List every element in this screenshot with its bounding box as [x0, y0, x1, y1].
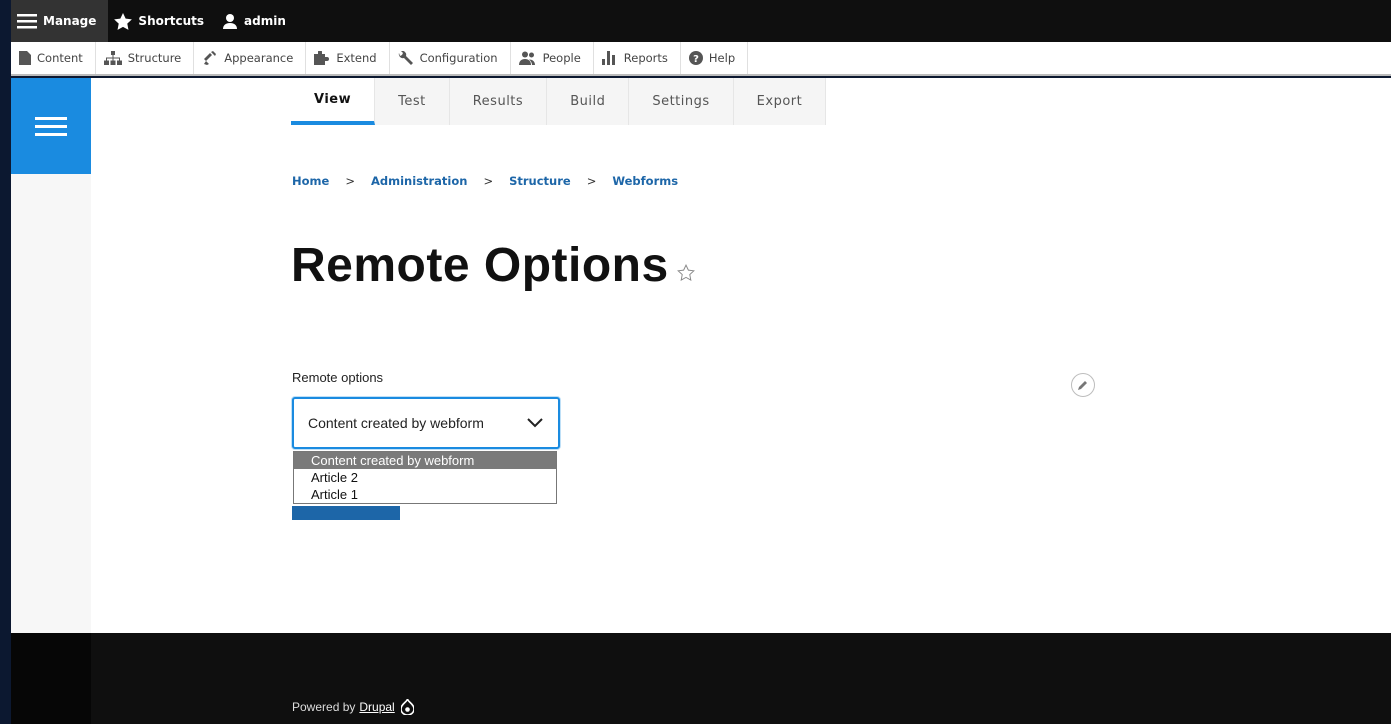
tray-item-configuration[interactable]: Configuration — [390, 42, 511, 74]
tab-results[interactable]: Results — [450, 78, 548, 125]
sitemap-icon — [103, 51, 122, 65]
tray-label: People — [542, 51, 581, 65]
manage-tab[interactable]: Manage — [11, 0, 109, 42]
user-icon — [223, 14, 238, 29]
menu-icon — [17, 14, 37, 29]
drupal-link[interactable]: Drupal — [359, 700, 394, 714]
breadcrumb-separator: > — [586, 174, 597, 188]
footer-sidebar — [11, 633, 91, 724]
shortcuts-tab[interactable]: Shortcuts — [108, 0, 216, 42]
tray-item-help[interactable]: ? Help — [681, 42, 749, 74]
tray-label: Reports — [623, 51, 668, 65]
tray-label: Configuration — [419, 51, 498, 65]
select-dropdown-list: Content created by webform Article 2 Art… — [293, 451, 557, 504]
file-icon — [19, 51, 31, 65]
tab-build[interactable]: Build — [547, 78, 630, 125]
tab-view[interactable]: View — [291, 78, 376, 125]
tray-item-appearance[interactable]: Appearance — [194, 42, 307, 74]
breadcrumb: Home > Administration > Structure > Webf… — [292, 174, 678, 188]
edit-pencil-button[interactable] — [1071, 373, 1095, 397]
powered-by-text: Powered by — [292, 700, 356, 714]
brush-icon — [204, 51, 217, 65]
breadcrumb-administration[interactable]: Administration — [371, 174, 468, 188]
help-icon: ? — [688, 51, 703, 65]
wrench-icon — [398, 51, 413, 65]
remote-options-label: Remote options — [292, 370, 384, 385]
option-content-created[interactable]: Content created by webform — [294, 452, 556, 469]
tab-export[interactable]: Export — [734, 78, 827, 125]
breadcrumb-separator: > — [345, 174, 355, 188]
local-tasks-tabs: View Test Results Build Settings Export — [291, 78, 827, 125]
tray-label: Extend — [336, 51, 377, 65]
user-tab[interactable]: admin — [216, 0, 298, 42]
main-menu-button[interactable] — [11, 78, 91, 174]
tray-label: Help — [708, 51, 736, 65]
tab-test[interactable]: Test — [375, 78, 450, 125]
powered-by: Powered by Drupal — [292, 699, 414, 715]
star-icon — [114, 12, 133, 30]
tray-item-extend[interactable]: Extend — [306, 42, 390, 74]
drupal-drop-icon — [400, 699, 414, 715]
pencil-icon — [1078, 381, 1087, 390]
bar-chart-icon — [601, 51, 615, 65]
footer: Powered by Drupal — [11, 633, 1391, 724]
breadcrumb-webforms[interactable]: Webforms — [612, 174, 678, 188]
breadcrumb-structure[interactable]: Structure — [509, 174, 571, 188]
tray-item-content[interactable]: Content — [11, 42, 96, 74]
option-article-1[interactable]: Article 1 — [294, 486, 556, 503]
tab-settings[interactable]: Settings — [629, 78, 734, 125]
chevron-down-icon — [527, 418, 543, 428]
breadcrumb-home[interactable]: Home — [292, 174, 329, 188]
hamburger-icon — [35, 117, 67, 136]
tray-label: Structure — [127, 51, 182, 65]
admin-menu-tray: Content Structure Appearance Extend Conf… — [11, 42, 1391, 76]
manage-label: Manage — [43, 14, 97, 28]
svg-text:?: ? — [693, 54, 699, 65]
tray-item-reports[interactable]: Reports — [594, 42, 681, 74]
window-frame — [0, 0, 11, 724]
admin-toolbar: Manage Shortcuts admin — [11, 0, 1391, 42]
option-article-2[interactable]: Article 2 — [294, 469, 556, 486]
people-icon — [518, 51, 535, 65]
submit-button[interactable] — [292, 506, 400, 520]
shortcuts-label: Shortcuts — [138, 14, 205, 28]
tray-item-structure[interactable]: Structure — [96, 42, 195, 74]
tray-label: Content — [37, 51, 83, 65]
puzzle-icon — [314, 51, 330, 65]
select-value: Content created by webform — [308, 415, 484, 431]
shortcut-star-icon[interactable] — [676, 264, 695, 281]
page-title: Remote Options — [291, 238, 695, 293]
tray-label: Appearance — [224, 51, 294, 65]
page-content: View Test Results Build Settings Export … — [11, 78, 1391, 633]
tray-item-people[interactable]: People — [511, 42, 594, 74]
user-label: admin — [244, 14, 286, 28]
breadcrumb-separator: > — [483, 174, 494, 188]
page-title-text: Remote Options — [291, 239, 669, 292]
remote-options-select[interactable]: Content created by webform — [292, 397, 560, 449]
